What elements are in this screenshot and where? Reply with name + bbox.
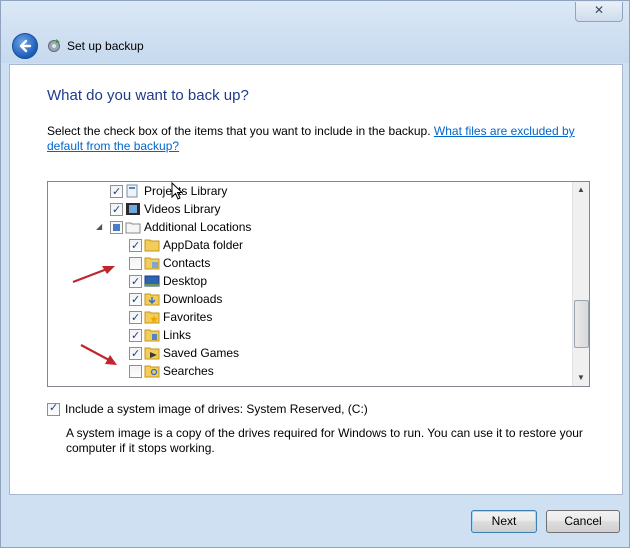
projects-library-checkbox[interactable] bbox=[110, 183, 123, 201]
folder-icon bbox=[144, 239, 160, 252]
tree-item-label: Videos Library bbox=[144, 202, 221, 216]
library-icon bbox=[126, 184, 138, 198]
annotation-arrow-icon bbox=[72, 266, 115, 284]
appdata-folder-checkbox[interactable] bbox=[129, 237, 142, 255]
close-button[interactable]: ✕ bbox=[575, 2, 623, 22]
folder-icon bbox=[125, 222, 141, 234]
tree-item-label: Contacts bbox=[163, 256, 211, 270]
back-arrow-icon bbox=[19, 39, 32, 53]
instruction-text: Select the check box of the items that y… bbox=[47, 124, 587, 154]
title-bar: ✕ Set up backup bbox=[1, 1, 629, 63]
tree-item[interactable]: ◢ Additional Locations bbox=[48, 218, 568, 236]
tree-item-label: AppData folder bbox=[163, 238, 244, 252]
downloads-checkbox[interactable] bbox=[129, 291, 142, 309]
videos-library-checkbox[interactable] bbox=[110, 201, 123, 219]
tree-item-label: Desktop bbox=[163, 274, 208, 288]
tree-item[interactable]: Favorites bbox=[48, 308, 568, 327]
contacts-icon bbox=[144, 257, 160, 270]
tree-item[interactable]: AppData folder bbox=[48, 236, 568, 255]
collapse-arrow-icon[interactable]: ◢ bbox=[96, 218, 102, 236]
system-image-checkbox[interactable] bbox=[47, 401, 60, 416]
desktop-checkbox[interactable] bbox=[129, 273, 142, 291]
tree-item[interactable]: Videos Library bbox=[48, 200, 568, 219]
tree-item-label: Projects Library bbox=[144, 184, 228, 198]
tree-item-label: Downloads bbox=[163, 292, 223, 306]
tree-item[interactable]: Searches bbox=[48, 362, 568, 380]
tree-item[interactable]: Saved Games bbox=[48, 344, 568, 363]
scroll-up-arrow-icon[interactable]: ▲ bbox=[573, 182, 589, 198]
cancel-button[interactable]: Cancel bbox=[546, 510, 620, 533]
tree-item-label: Saved Games bbox=[163, 346, 240, 360]
tree-item-label: Favorites bbox=[163, 310, 213, 324]
annotation-arrow-icon bbox=[80, 344, 117, 365]
scroll-down-arrow-icon[interactable]: ▼ bbox=[573, 370, 589, 386]
tree-item[interactable]: Links bbox=[48, 326, 568, 345]
tree-item-label: Searches bbox=[163, 364, 214, 378]
saved-games-icon bbox=[144, 347, 160, 360]
additional-locations-checkbox[interactable] bbox=[110, 221, 123, 234]
backup-app-icon bbox=[48, 39, 60, 52]
tree-item[interactable]: Downloads bbox=[48, 290, 568, 309]
links-icon bbox=[144, 329, 160, 342]
next-button[interactable]: Next bbox=[471, 510, 537, 533]
tree-item[interactable]: Contacts bbox=[48, 254, 568, 272]
contacts-checkbox[interactable] bbox=[129, 257, 142, 270]
saved-games-checkbox[interactable] bbox=[129, 345, 142, 363]
instruction-label: Select the check box of the items that y… bbox=[47, 124, 431, 138]
searches-icon bbox=[144, 365, 160, 378]
tree-item-label: Links bbox=[163, 328, 192, 342]
desktop-icon bbox=[144, 275, 160, 287]
back-button[interactable] bbox=[12, 33, 38, 59]
links-checkbox[interactable] bbox=[129, 327, 142, 345]
tree-item[interactable]: Desktop bbox=[48, 272, 568, 291]
window-title: Set up backup bbox=[67, 39, 144, 53]
scrollbar-thumb[interactable] bbox=[574, 300, 589, 348]
tree-item[interactable]: Projects Library bbox=[48, 182, 568, 201]
favorites-icon bbox=[144, 311, 160, 324]
tree-scrollbar[interactable]: ▲ ▼ bbox=[572, 182, 589, 386]
system-image-description: A system image is a copy of the drives r… bbox=[66, 426, 583, 455]
video-library-icon bbox=[126, 203, 140, 215]
tree-item-label: Additional Locations bbox=[144, 220, 252, 234]
favorites-checkbox[interactable] bbox=[129, 309, 142, 327]
searches-checkbox[interactable] bbox=[129, 365, 142, 378]
setup-backup-window: ✕ Set up backup What do you want to back… bbox=[0, 0, 630, 548]
page-heading: What do you want to back up? bbox=[47, 87, 249, 104]
mouse-cursor-icon bbox=[171, 182, 183, 200]
backup-items-tree[interactable]: Projects Library Videos Library ◢ Additi… bbox=[47, 181, 590, 387]
downloads-icon bbox=[144, 293, 160, 306]
system-image-label: Include a system image of drives: System… bbox=[65, 402, 368, 416]
